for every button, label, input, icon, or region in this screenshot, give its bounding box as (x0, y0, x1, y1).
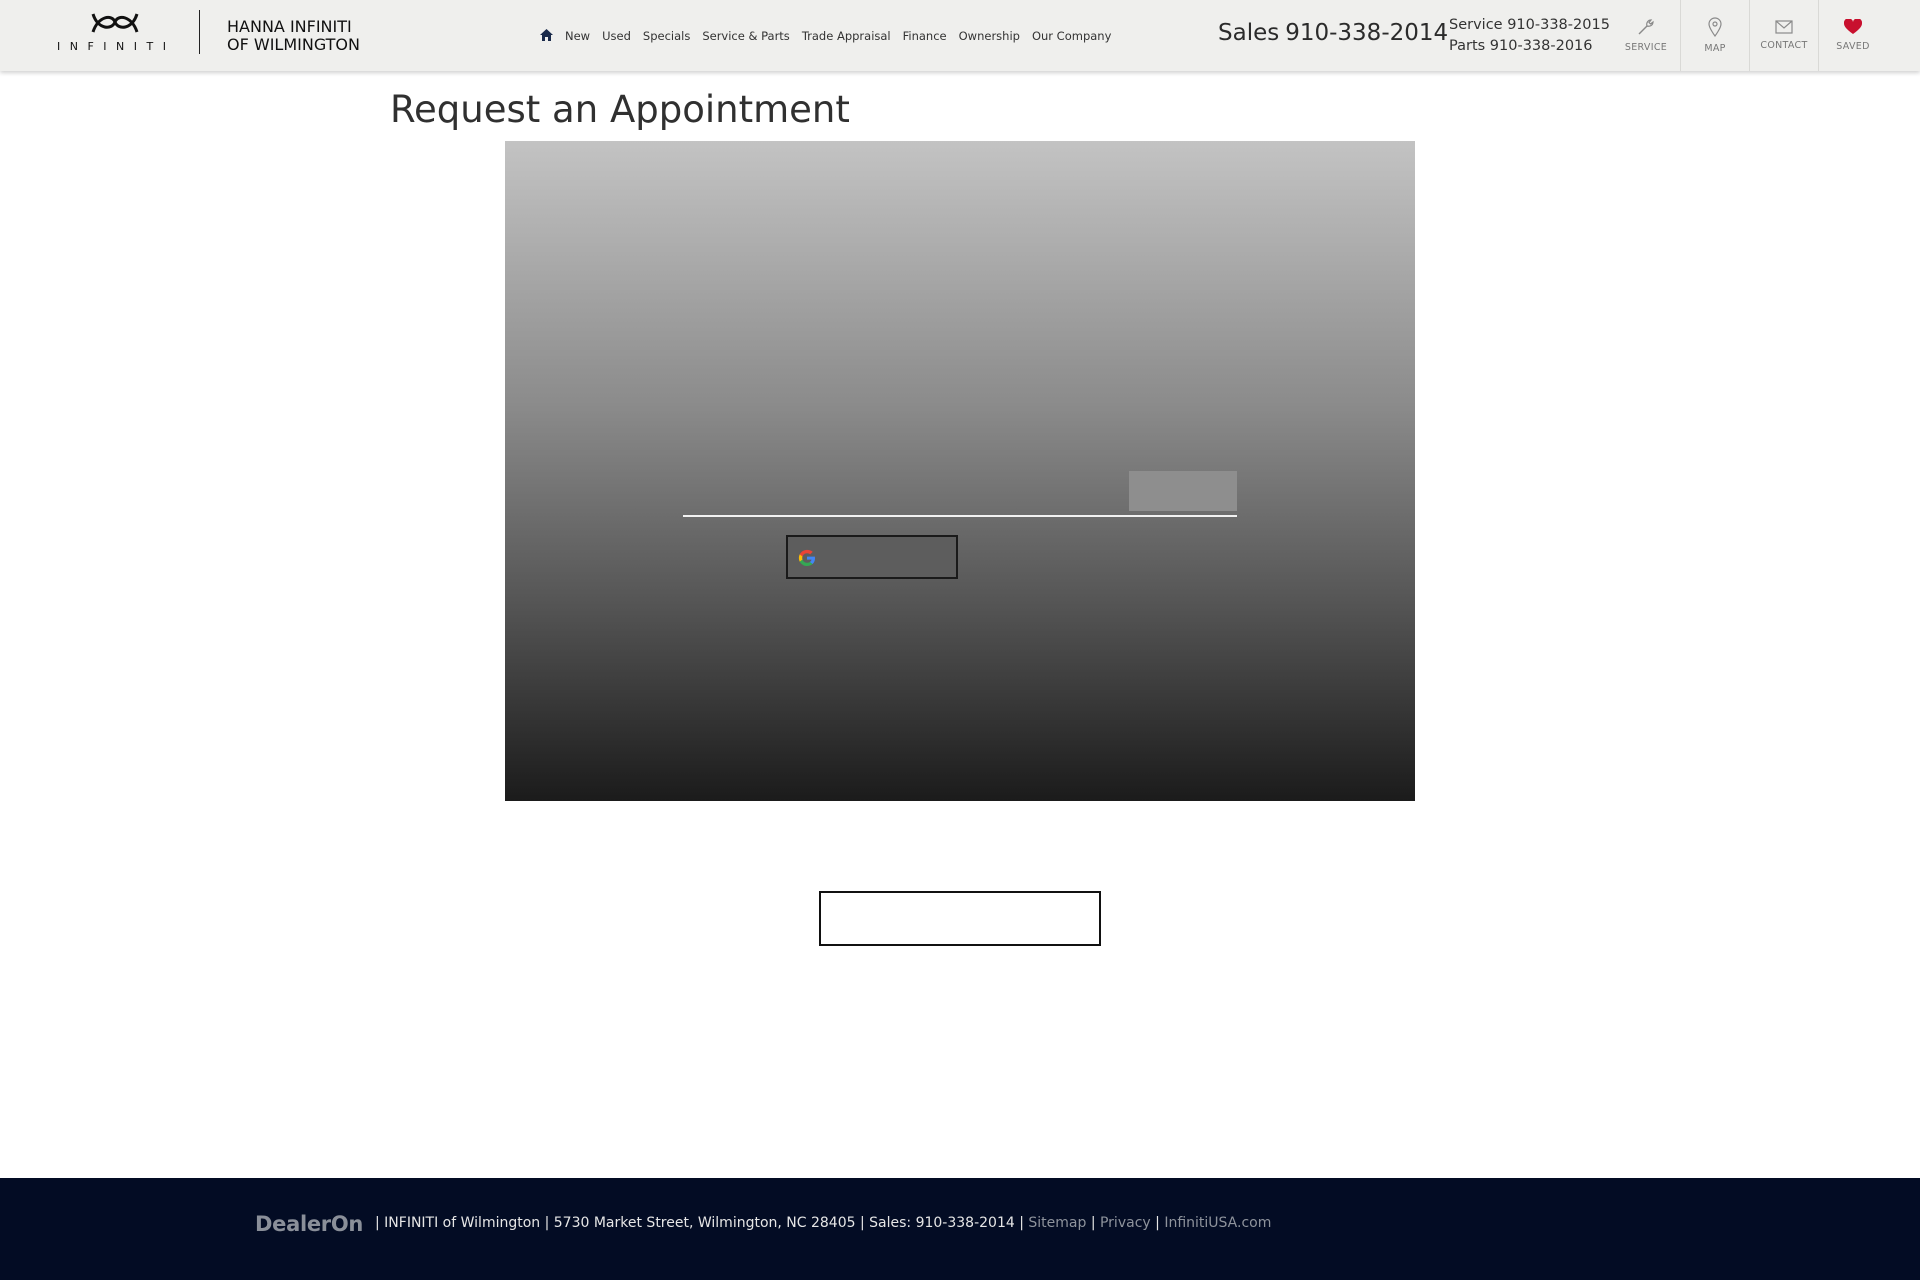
nav-home[interactable] (540, 28, 553, 44)
wrench-icon (1638, 19, 1654, 35)
envelope-icon (1775, 20, 1793, 34)
google-signin-button[interactable] (786, 535, 958, 579)
service-parts-phones: Service 910-338-2015 Parts 910-338-2016 (1449, 15, 1610, 57)
footer-separator: | (1090, 1215, 1096, 1231)
sales-label: Sales (1218, 20, 1280, 46)
main-nav: New Used Specials Service & Parts Trade … (540, 26, 1111, 46)
quick-link-service-label: SERVICE (1624, 42, 1668, 53)
brand-divider (199, 10, 200, 54)
quick-link-map[interactable]: MAP (1680, 0, 1749, 71)
embed-placeholder-button[interactable] (1129, 471, 1237, 511)
infiniti-logo[interactable]: INFINITI (57, 10, 173, 55)
parts-phone[interactable]: Parts 910-338-2016 (1449, 36, 1610, 57)
quick-links: SERVICE MAP CONTACT SAVED (1612, 0, 1887, 71)
quick-link-saved[interactable]: SAVED (1818, 0, 1887, 71)
footer-dealer-info: | INFINITI of Wilmington | 5730 Market S… (375, 1215, 1024, 1231)
sales-phone-number: 910-338-2014 (1285, 20, 1449, 46)
embed-action-button[interactable] (819, 891, 1101, 946)
dealer-name-line1: HANNA INFINITI (227, 17, 352, 36)
nav-trade-appraisal[interactable]: Trade Appraisal (802, 29, 891, 43)
brand-wordmark: INFINITI (57, 40, 176, 53)
footer-infinitiusa-link[interactable]: InfinitiUSA.com (1164, 1215, 1271, 1231)
nav-service-parts[interactable]: Service & Parts (702, 29, 789, 43)
dealer-name[interactable]: HANNA INFINITI OF WILMINGTON (227, 18, 360, 54)
nav-finance[interactable]: Finance (903, 29, 947, 43)
sales-phone[interactable]: Sales 910-338-2014 (1218, 20, 1448, 46)
site-header: INFINITI HANNA INFINITI OF WILMINGTON Ne… (0, 0, 1920, 71)
quick-link-service[interactable]: SERVICE (1612, 0, 1680, 71)
footer-separator: | (1155, 1215, 1160, 1231)
site-footer: DealerOn | INFINITI of Wilmington | 5730… (0, 1178, 1920, 1280)
service-phone[interactable]: Service 910-338-2015 (1449, 15, 1610, 36)
infiniti-emblem-icon (91, 13, 139, 33)
footer-sitemap-link[interactable]: Sitemap (1028, 1215, 1086, 1231)
footer-privacy-link[interactable]: Privacy (1100, 1215, 1151, 1231)
heart-icon (1844, 19, 1862, 34)
nav-used[interactable]: Used (602, 29, 631, 43)
footer-info: | INFINITI of Wilmington | 5730 Market S… (375, 1215, 1271, 1231)
quick-link-contact-label: CONTACT (1760, 40, 1808, 51)
dealer-name-line2: OF WILMINGTON (227, 35, 360, 54)
quick-link-saved-label: SAVED (1836, 41, 1870, 52)
quick-link-contact[interactable]: CONTACT (1749, 0, 1818, 71)
nav-ownership[interactable]: Ownership (959, 29, 1020, 43)
appointment-embed-frame (505, 141, 1415, 801)
page-title: Request an Appointment (390, 88, 850, 131)
google-icon (798, 549, 815, 566)
home-icon (540, 28, 553, 41)
embed-input-underline (683, 515, 1237, 517)
quick-link-map-label: MAP (1704, 43, 1726, 54)
dealeron-logo[interactable]: DealerOn (255, 1212, 363, 1236)
nav-specials[interactable]: Specials (643, 29, 690, 43)
map-pin-icon (1708, 17, 1722, 37)
nav-our-company[interactable]: Our Company (1032, 29, 1111, 43)
nav-new[interactable]: New (565, 29, 590, 43)
